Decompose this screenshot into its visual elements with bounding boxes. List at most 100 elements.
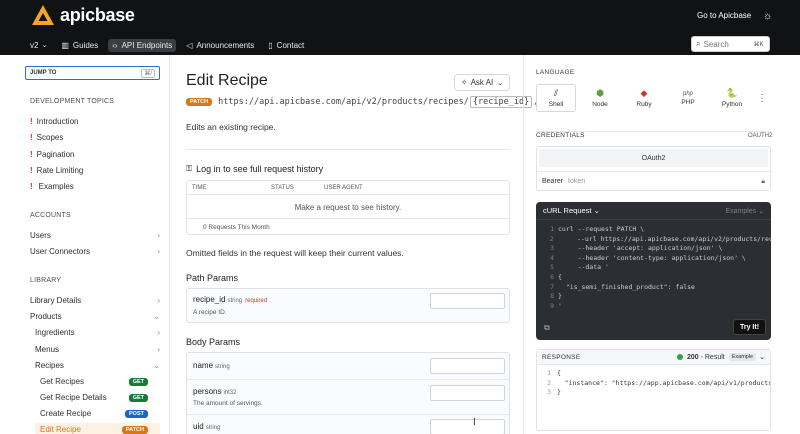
status-code: 200 (686, 353, 699, 361)
login-history-link[interactable]: ⚿ Log in to see full request history (186, 164, 323, 174)
brand-logo[interactable]: apicbase (31, 4, 135, 26)
sidebar-item-users[interactable]: Users › (30, 231, 160, 240)
line-number: 7 (550, 282, 554, 291)
credentials-box: OAuth2 Bearer token 🔒︎ (536, 146, 771, 191)
curl-dropdown[interactable]: cURL Request ⌄ (543, 206, 600, 215)
sidebar-item-ingredients[interactable]: Ingredients › (35, 328, 160, 337)
sidebar-item-rate-limiting[interactable]: ! Rate Limiting (30, 166, 160, 175)
sidebar-item-library-details[interactable]: Library Details › (30, 296, 160, 305)
param-type: string (227, 298, 243, 304)
line-number: 2 (549, 234, 554, 243)
sidebar-item-label: Introduction (36, 117, 79, 126)
jump-to-input[interactable]: JUMP TO ⌘/ (25, 66, 160, 80)
chevron-right-icon: › (157, 296, 160, 305)
uid-input[interactable] (430, 419, 505, 434)
search-box[interactable]: ⌕ ⌘K (691, 36, 770, 52)
lang-python[interactable]: 🐍 Python (712, 84, 752, 112)
name-input[interactable] (430, 358, 505, 374)
chevron-down-icon: ⌄ (759, 354, 765, 361)
param-type: string (215, 364, 230, 370)
param-name-label: persons (193, 387, 222, 396)
lang-php[interactable]: php PHP (668, 84, 708, 112)
line-number: 5 (550, 263, 554, 272)
body-params-title: Body Params (186, 337, 241, 347)
nav-contact[interactable]: ▯ Contact (268, 41, 304, 50)
lang-shell[interactable]: ⫽ Shell (536, 84, 576, 112)
sidebar-item-label: Users (30, 231, 51, 240)
sidebar-item-edit-recipe[interactable]: Edit Recipe PATCH (40, 425, 148, 434)
sidebar-item-label: Get Recipes (40, 377, 85, 386)
version-select[interactable]: v2 ⌄ (30, 41, 47, 50)
sidebar-item-introduction[interactable]: ! Introduction (30, 117, 160, 126)
code-block: 1 curl --request PATCH \ 2 --url https://a… (536, 225, 771, 311)
chevron-down-icon: ⌄ (153, 361, 160, 370)
search-shortcut: ⌘K (753, 41, 764, 48)
ask-ai-label: Ask AI (470, 78, 494, 87)
nav-label: API Endpoints (121, 40, 173, 50)
history-footer: 0 Requests This Month (187, 218, 509, 235)
php-icon: php (682, 90, 693, 97)
nav-api-endpoints[interactable]: ‹› API Endpoints (108, 38, 177, 52)
more-languages-icon[interactable]: ⋮ (757, 93, 767, 104)
ask-ai-button[interactable]: ✧ Ask AI ⌄ (454, 74, 510, 91)
sidebar-item-recipes[interactable]: Recipes ⌄ (35, 361, 160, 370)
sidebar-item-label: Scopes (36, 133, 64, 142)
line-number: 3 (547, 388, 551, 396)
history-header: TIME STATUS USER AGENT (187, 181, 509, 195)
sidebar-item-create-recipe[interactable]: Create Recipe POST (40, 409, 148, 418)
sidebar-item-get-recipes[interactable]: Get Recipes GET (40, 377, 148, 386)
sidebar-item-label: Get Recipe Details (40, 393, 107, 402)
sidebar-item-label: Create Recipe (40, 409, 92, 418)
sidebar-item-user-connectors[interactable]: User Connectors › (30, 247, 160, 256)
recipe-id-input[interactable] (430, 293, 505, 309)
bearer-token-row: Bearer token 🔒︎ (537, 171, 770, 191)
response-status[interactable]: 200 - Result Example ⌄ (676, 353, 765, 361)
go-to-apicbase-link[interactable]: Go to Apicbase (697, 11, 751, 20)
sidebar-item-examples[interactable]: ! Examples (30, 182, 160, 191)
oauth2-tab[interactable]: OAuth2 (539, 149, 768, 167)
line-text: "instance": "https://app.apicbase.com/ap… (556, 378, 770, 387)
warning-icon: ! (30, 133, 33, 142)
omitted-note: Omitted fields in the request will keep … (186, 248, 404, 258)
nav-guides[interactable]: ▥ Guides (61, 41, 98, 50)
sidebar-item-menus[interactable]: Menus › (35, 345, 160, 354)
sidebar-item-label: Edit Recipe (40, 425, 81, 434)
try-it-button[interactable]: Try It! (733, 319, 766, 335)
lang-node[interactable]: ⬢ Node (580, 84, 620, 112)
sidebar-item-pagination[interactable]: ! Pagination (30, 150, 160, 159)
section-accounts: ACCOUNTS (30, 212, 71, 219)
ruby-icon: ◆ (640, 88, 648, 98)
method-badge: PATCH (186, 98, 213, 106)
examples-dropdown[interactable]: Examples ⌄ (725, 207, 764, 215)
line-text: --url https://api.apicbase.com/api/v2/pr… (557, 234, 771, 243)
nav-announcements[interactable]: ◁ Announcements (186, 41, 254, 50)
status-text: - Result (700, 353, 725, 361)
persons-input[interactable] (430, 385, 505, 401)
lang-label: Shell (548, 101, 564, 108)
chevron-right-icon: › (157, 231, 160, 240)
theme-toggle-icon[interactable]: ☼ (763, 11, 772, 22)
code-line: 7 "is_semi_finished_product": false (536, 283, 771, 293)
warning-icon: ! (30, 117, 33, 126)
code-line: 5 --data ' (536, 263, 771, 273)
param-type: string (205, 425, 221, 431)
search-icon: ⌕ (696, 39, 701, 48)
copy-icon[interactable]: ⧉ (544, 323, 550, 333)
book-icon: ▥ (61, 40, 69, 50)
lang-ruby[interactable]: ◆ Ruby (624, 84, 664, 112)
sidebar-item-scopes[interactable]: ! Scopes (30, 133, 160, 142)
response-panel: RESPONSE 200 - Result Example ⌄ 1{2 "ins… (536, 349, 771, 431)
search-input[interactable] (703, 39, 754, 49)
body-params-box: name string persons int32 The amount of se… (186, 352, 510, 434)
line-number: 4 (550, 253, 554, 262)
apicbase-logo-icon (32, 5, 54, 25)
chevron-down-icon: ⌄ (497, 79, 504, 87)
endpoint-url: PATCH https://api.apicbase.com/api/v2/pr… (186, 96, 539, 108)
code-line: 2 --url https://api.apicbase.com/api/v2/… (536, 235, 771, 245)
token-input[interactable]: token (568, 178, 761, 185)
row-separator (187, 379, 509, 380)
col-status: STATUS (271, 184, 294, 191)
sidebar-item-products[interactable]: Products ⌄ (30, 312, 160, 321)
param-name-label: uid (193, 422, 204, 431)
sidebar-item-get-recipe-details[interactable]: Get Recipe Details GET (40, 393, 148, 402)
